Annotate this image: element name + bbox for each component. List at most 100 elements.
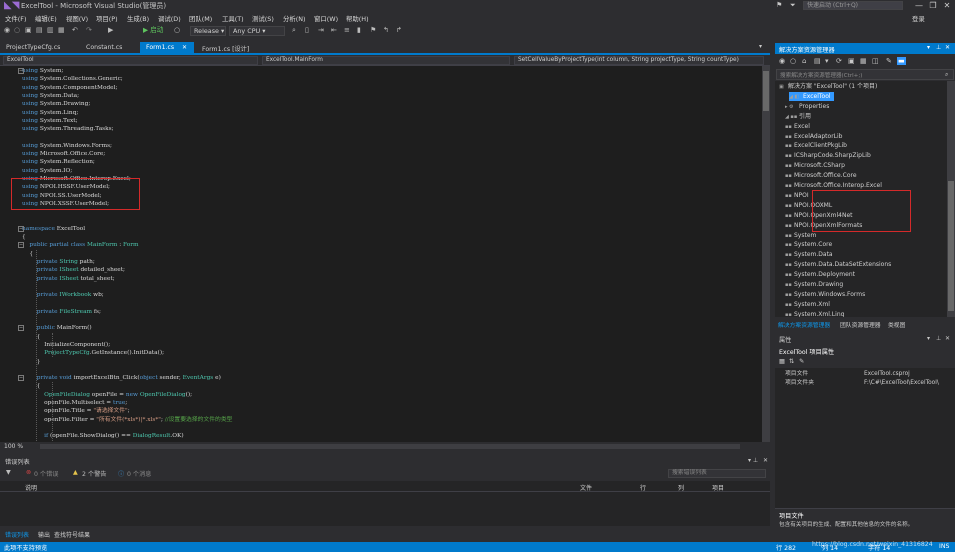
tree-item-npoi[interactable]: ▪▪ NPOI <box>785 191 809 200</box>
tree-item-exceltool[interactable]: ◢ ◧ ExcelTool <box>789 91 834 101</box>
prop-pin-icon[interactable]: ⊥ <box>936 335 941 342</box>
se-sync-icon[interactable]: ⟳ <box>836 57 842 65</box>
menu-file[interactable]: 文件(F) <box>5 14 26 23</box>
menu-view[interactable]: 视图(V) <box>66 14 88 23</box>
scope-dropdown[interactable]: ▼ <box>6 469 11 476</box>
se-dropdown-icon[interactable]: ▾ <box>927 44 930 51</box>
editor-scroll-thumb[interactable] <box>763 71 769 111</box>
menu-window[interactable]: 窗口(W) <box>314 14 338 23</box>
quick-launch-input[interactable]: 快速启动 (Ctrl+Q) <box>803 1 903 10</box>
new-project-icon[interactable]: ▣ <box>25 26 32 35</box>
fold-toggle-icon[interactable]: − <box>18 375 24 382</box>
errors-filter[interactable]: 0 个错误 <box>34 469 58 478</box>
se-preview-icon[interactable]: ▬ <box>897 57 906 65</box>
warnings-filter[interactable]: 2 个警告 <box>82 469 106 478</box>
tab-constant[interactable]: Constant.cs <box>80 42 138 53</box>
code-line[interactable]: using System.Drawing; <box>22 100 90 108</box>
solution-config-select[interactable]: Release ▾ <box>190 26 226 36</box>
fold-toggle-icon[interactable]: − <box>18 242 24 249</box>
tree-item-excel[interactable]: ▪▪ Excel <box>785 122 810 131</box>
forward-icon[interactable]: ○ <box>14 26 20 35</box>
attach-icon[interactable]: ○ <box>174 26 180 35</box>
code-line[interactable]: public MainForm() <box>22 324 92 332</box>
tab-form1-designer[interactable]: Form1.cs [设计] <box>196 42 256 53</box>
code-line[interactable]: ProjectTypeCfg.GetInstance().InitData(); <box>22 349 164 357</box>
code-line[interactable]: using System.Data; <box>22 92 79 100</box>
code-line[interactable]: if (openFile.ShowDialog() == DialogResul… <box>22 432 183 440</box>
code-line[interactable]: private FileStream fs; <box>22 308 101 316</box>
code-line[interactable]: using System.Threading.Tasks; <box>22 125 114 133</box>
code-line[interactable]: openFile.Multiselect = true; <box>22 399 127 407</box>
next-bookmark-icon[interactable]: ↱ <box>396 26 402 35</box>
code-line[interactable]: using System.Reflection; <box>22 158 95 166</box>
tree-item-system-core[interactable]: ▪▪ System.Core <box>785 240 832 249</box>
error-list-close-icon[interactable]: ✕ <box>763 457 768 464</box>
menu-build[interactable]: 生成(B) <box>127 14 149 23</box>
code-line[interactable]: private String path; <box>22 258 95 266</box>
se-close-icon[interactable]: ✕ <box>945 44 950 51</box>
save-icon[interactable]: ▥ <box>47 26 54 35</box>
se-properties-icon[interactable]: ✎ <box>886 57 892 65</box>
tree-item-exceltool-1[interactable]: ▣ 解决方案 "ExcelTool" (1 个项目) <box>779 82 877 91</box>
open-icon[interactable]: ▤ <box>36 26 43 35</box>
prop-row-project-folder[interactable]: 项目文件夹 F:\C#\ExcelTool\ExcelTool\ <box>775 379 955 388</box>
tree-item-system-data-datasetextensions[interactable]: ▪▪ System.Data.DataSetExtensions <box>785 260 891 269</box>
tree-item-system-drawing[interactable]: ▪▪ System.Drawing <box>785 280 843 289</box>
tree-item-excelclientpkglib[interactable]: ▪▪ ExcelClientPkgLib <box>785 141 847 150</box>
login-link[interactable]: 登录 <box>912 14 925 23</box>
se-collapse-all-icon[interactable]: ▣ <box>848 57 855 65</box>
col-file[interactable]: 文件 <box>580 483 592 492</box>
outdent-icon[interactable]: ⇤ <box>331 26 337 35</box>
code-line[interactable]: { <box>22 382 41 390</box>
minimize-button[interactable]: — <box>912 0 926 12</box>
close-button[interactable]: ✕ <box>940 0 954 12</box>
class-nav-select[interactable]: ExcelTool.MainForm <box>262 56 510 65</box>
tab-output[interactable]: 输出 <box>38 530 50 539</box>
menu-edit[interactable]: 编辑(E) <box>35 14 57 23</box>
pin-icon[interactable]: ▾ ⊥ <box>748 457 758 464</box>
tree-item-system-windows-forms[interactable]: ▪▪ System.Windows.Forms <box>785 290 865 299</box>
menu-debug[interactable]: 调试(D) <box>158 14 181 23</box>
code-line[interactable]: openFile.Title = "请选择文件"; <box>22 407 130 415</box>
uncomment-icon[interactable]: ▮ <box>357 26 361 35</box>
code-line[interactable]: using System.Windows.Forms; <box>22 142 112 150</box>
tree-item-[interactable]: ◢ ▪▪ 引用 <box>785 112 811 121</box>
format-icon[interactable]: ≡ <box>344 26 350 35</box>
se-refresh-icon[interactable]: ◫ <box>872 57 879 65</box>
tree-item-icsharpcode-sharpziplib[interactable]: ▪▪ ICSharpCode.SharpZipLib <box>785 151 871 160</box>
back-icon[interactable]: ◉ <box>4 26 10 35</box>
code-editor[interactable]: using System; using System.Collections.Ge… <box>0 66 762 442</box>
tab-dropdown-icon[interactable]: ▾ <box>759 43 762 50</box>
tree-item-microsoft-csharp[interactable]: ▪▪ Microsoft.CSharp <box>785 161 845 170</box>
tree-item-microsoft-office-interop-excel[interactable]: ▪▪ Microsoft.Office.Interop.Excel <box>785 181 882 190</box>
code-line[interactable]: { <box>22 250 33 258</box>
properties-object-select[interactable]: ExcelTool 项目属性 <box>776 345 954 356</box>
code-line[interactable]: OpenFileDialog openFile = new OpenFileDi… <box>22 391 192 399</box>
se-switch-views-icon[interactable]: ▤ <box>814 57 821 65</box>
code-line[interactable]: using Microsoft.Office.Core; <box>22 150 105 158</box>
maximize-button[interactable]: ❐ <box>926 0 940 12</box>
zoom-level[interactable]: 100 % <box>4 443 23 450</box>
editor-horizontal-scrollbar[interactable] <box>40 444 740 449</box>
bookmark-icon[interactable]: ⚑ <box>370 26 376 35</box>
notification-flag-icon[interactable]: ⚑ <box>776 1 782 9</box>
code-line[interactable]: using System.Text; <box>22 117 78 125</box>
tree-item-exceladaptorlib[interactable]: ▪▪ ExcelAdaptorLib <box>785 132 843 141</box>
fold-toggle-icon[interactable]: − <box>18 225 24 232</box>
code-line[interactable]: private ISheet detailed_sheet; <box>22 266 125 274</box>
member-nav-select[interactable]: SetCellValueByProjectType(int column, St… <box>514 56 764 65</box>
code-line[interactable]: using System; <box>22 67 63 75</box>
redo-icon[interactable]: ↷ <box>86 26 92 35</box>
prop-close-icon[interactable]: ✕ <box>945 335 950 342</box>
menu-team[interactable]: 团队(M) <box>189 14 212 23</box>
se-search-icon[interactable]: ⌕ <box>945 71 948 79</box>
prev-bookmark-icon[interactable]: ↰ <box>383 26 389 35</box>
solution-platform-select[interactable]: Any CPU ▾ <box>229 26 285 36</box>
tree-item-system-xml[interactable]: ▪▪ System.Xml <box>785 300 830 309</box>
menu-tools[interactable]: 工具(T) <box>222 14 244 23</box>
messages-filter[interactable]: 0 个消息 <box>127 469 151 478</box>
code-line[interactable]: public partial class MainForm : Form <box>22 241 138 249</box>
code-line[interactable]: using System.ComponentModel; <box>22 84 117 92</box>
indent-icon[interactable]: ⇥ <box>318 26 324 35</box>
tab-class-view[interactable]: 类视图 <box>888 320 905 329</box>
